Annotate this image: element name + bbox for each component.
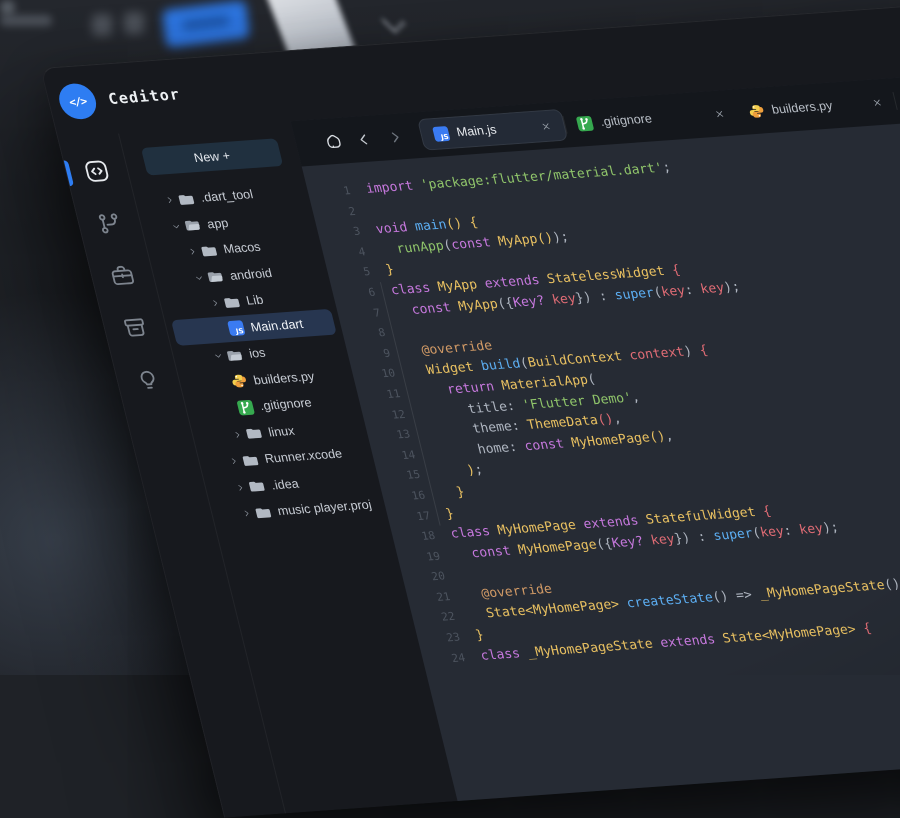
tree-item-label: builders.py <box>252 369 316 387</box>
chevron-right-icon[interactable] <box>209 298 221 309</box>
line-number: 24 <box>421 648 468 671</box>
sidebar-item-code-editor-icon[interactable] <box>76 153 118 189</box>
tree-item-label: app <box>206 216 230 231</box>
tab-label: Main.js <box>455 123 498 140</box>
background-toolbar-icon <box>124 12 144 34</box>
sidebar-item-archive-box-icon[interactable] <box>114 310 156 346</box>
new-file-button[interactable]: New + <box>141 138 283 175</box>
editor-window: </> Ceditor New + .dart_toolapp Macos andr… <box>40 0 900 818</box>
folder-icon <box>223 294 242 310</box>
tree-item-label: Macos <box>222 240 262 256</box>
tree-item-label: linux <box>267 424 296 440</box>
close-icon[interactable] <box>870 96 884 108</box>
tab--gitignore[interactable]: .gitignore <box>562 98 741 140</box>
tab-main-js[interactable]: JSMain.js <box>417 109 568 151</box>
chevron-right-icon[interactable] <box>187 247 199 258</box>
folder-icon <box>254 504 273 520</box>
folder-icon <box>200 243 219 259</box>
file-icon <box>230 373 249 389</box>
app-title: Ceditor <box>106 85 182 108</box>
chevron-right-icon[interactable] <box>164 195 176 206</box>
chevron-down-icon[interactable] <box>170 221 182 232</box>
folder-icon <box>248 478 267 494</box>
code-line-content: } <box>368 261 397 283</box>
chevron-down-icon[interactable] <box>193 273 205 284</box>
tree-item-label: .dart_tool <box>199 187 254 205</box>
python-file-icon <box>230 373 249 389</box>
back-chevron-icon[interactable] <box>352 129 376 149</box>
chevron-right-icon[interactable] <box>231 429 243 440</box>
tree-item-label: Main.dart <box>249 317 304 335</box>
code-line-content: } <box>428 504 457 526</box>
gitignore-file-icon <box>236 399 255 415</box>
tree-item-label: Runner.xcode <box>263 447 343 466</box>
tab-label: .gitignore <box>599 111 654 128</box>
app-logo-icon: </> <box>55 82 100 120</box>
python-file-icon <box>747 103 766 119</box>
folder-icon <box>177 191 196 207</box>
sidebar-item-git-branch-icon[interactable] <box>89 205 131 241</box>
folder-icon <box>241 452 260 468</box>
sidebar-item-lightbulb-icon[interactable] <box>127 362 169 398</box>
tree-item-label: music player.proj <box>276 498 373 518</box>
background-toolbar-icon <box>92 14 112 36</box>
chevron-right-icon[interactable] <box>241 508 253 519</box>
js-file-icon: JS <box>432 126 451 142</box>
sidebar-item-briefcase-icon[interactable] <box>101 258 143 294</box>
tree-item-label: android <box>228 266 273 283</box>
chevron-right-icon[interactable] <box>228 456 240 467</box>
close-icon[interactable] <box>539 120 553 132</box>
background-text-blob <box>0 15 52 26</box>
file-icon: JS <box>227 320 246 336</box>
folder-icon <box>245 425 264 441</box>
file-icon <box>236 399 255 415</box>
chevron-right-icon[interactable] <box>234 482 246 493</box>
tab-builders-py[interactable]: builders.py <box>733 86 898 127</box>
background-blue-button <box>162 0 250 48</box>
background-avatar-dot <box>0 0 15 15</box>
forward-chevron-icon[interactable] <box>384 127 408 147</box>
folder-open-icon <box>206 269 225 285</box>
tab-label: builders.py <box>770 99 834 117</box>
tree-item-label: ios <box>248 346 267 361</box>
code-line-content: } <box>458 626 487 648</box>
close-icon[interactable] <box>713 108 727 120</box>
home-icon[interactable] <box>322 131 346 151</box>
folder-open-icon <box>226 347 245 363</box>
folder-open-icon <box>184 217 203 233</box>
js-file-icon: JS <box>227 320 246 336</box>
chevron-down-icon[interactable] <box>212 351 224 362</box>
tree-item-label: .idea <box>270 476 300 492</box>
gitignore-file-icon <box>576 115 595 131</box>
tree-item-label: .gitignore <box>258 396 313 413</box>
tree-item-label: Lib <box>245 293 265 308</box>
background-chevron-shape <box>381 9 405 33</box>
